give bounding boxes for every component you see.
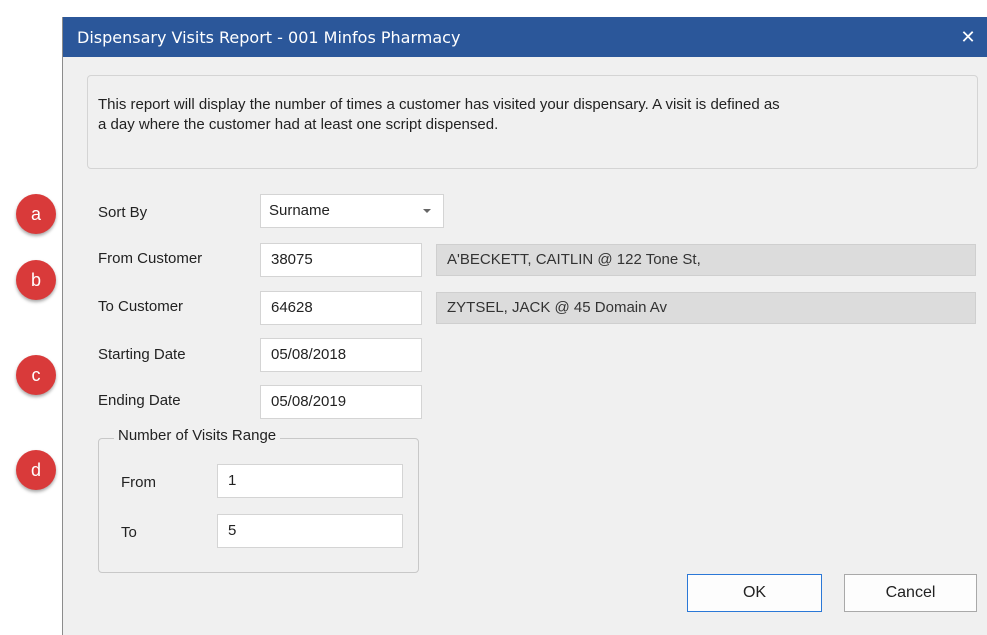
visits-from-input[interactable]: 1: [217, 464, 403, 498]
visits-range-group: [98, 438, 419, 573]
from-customer-label: From Customer: [98, 250, 203, 267]
description-line-1: This report will display the number of t…: [98, 96, 780, 113]
description-text: This report will display the number of t…: [98, 95, 968, 135]
sort-by-dropdown[interactable]: Surname: [260, 194, 444, 228]
description-panel: This report will display the number of t…: [87, 75, 978, 169]
to-customer-details: ZYTSEL, JACK @ 45 Domain Av: [436, 292, 976, 324]
sort-by-label: Sort By: [98, 204, 148, 221]
starting-date-label: Starting Date: [98, 346, 186, 363]
ending-date-label: Ending Date: [98, 392, 181, 409]
chevron-down-icon: [423, 209, 431, 213]
dialog-title: Dispensary Visits Report - 001 Minfos Ph…: [77, 28, 461, 47]
callout-badge-d: d: [16, 450, 56, 490]
description-line-2: a day where the customer had at least on…: [98, 116, 499, 133]
sort-by-value: Surname: [269, 202, 330, 219]
starting-date-input[interactable]: 05/08/2018: [260, 338, 422, 372]
close-icon[interactable]: ✕: [954, 23, 982, 51]
callout-badge-b: b: [16, 260, 56, 300]
ending-date-input[interactable]: 05/08/2019: [260, 385, 422, 419]
visits-range-legend: Number of Visits Range: [114, 427, 281, 444]
to-customer-code-input[interactable]: 64628: [260, 291, 422, 325]
visits-to-input[interactable]: 5: [217, 514, 403, 548]
visits-to-label: To: [121, 524, 137, 541]
callout-badge-a: a: [16, 194, 56, 234]
to-customer-label: To Customer: [98, 298, 184, 315]
from-customer-details: A'BECKETT, CAITLIN @ 122 Tone St,: [436, 244, 976, 276]
cancel-button[interactable]: Cancel: [844, 574, 977, 612]
dispensary-visits-dialog: Dispensary Visits Report - 001 Minfos Ph…: [62, 17, 987, 635]
title-bar[interactable]: Dispensary Visits Report - 001 Minfos Ph…: [63, 17, 987, 57]
from-customer-code-input[interactable]: 38075: [260, 243, 422, 277]
callout-badge-c: c: [16, 355, 56, 395]
ok-button[interactable]: OK: [687, 574, 822, 612]
visits-from-label: From: [121, 474, 156, 491]
